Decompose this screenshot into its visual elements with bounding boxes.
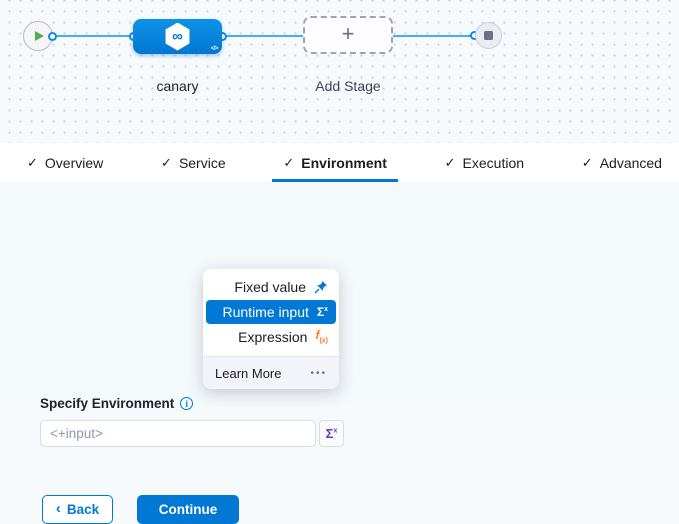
back-button-label: Back <box>67 502 99 517</box>
tab-label: Overview <box>45 155 103 171</box>
pipeline-stage-editor: ∞ </> + canary Add Stage ✓ Overview ✓ Se… <box>0 0 679 406</box>
check-icon: ✓ <box>582 155 593 171</box>
pin-icon <box>314 280 328 294</box>
more-options-icon[interactable]: ••• <box>310 368 327 379</box>
tab-label: Service <box>179 155 226 171</box>
option-runtime-input[interactable]: Runtime input Σx <box>206 300 336 324</box>
environment-input-value: <+input> <box>50 426 103 441</box>
infinity-glyph: ∞ <box>172 29 183 44</box>
environment-input[interactable]: <+input> <box>40 420 316 447</box>
environment-panel: Specify Environment i <+input> Σx ‹ Back… <box>0 182 679 406</box>
option-fixed-value[interactable]: Fixed value <box>206 275 336 299</box>
tab-label: Environment <box>301 155 387 171</box>
stage-label: canary <box>133 78 222 94</box>
continue-button[interactable]: Continue <box>137 495 239 524</box>
tab-overview[interactable]: ✓ Overview <box>20 143 110 182</box>
option-expression[interactable]: Expression f(x) <box>206 325 336 349</box>
option-label: Expression <box>238 329 307 345</box>
pipeline-stop-node[interactable] <box>475 22 502 49</box>
back-button[interactable]: ‹ Back <box>42 495 113 524</box>
check-icon: ✓ <box>27 155 38 171</box>
runtime-input-type-button[interactable]: Σx <box>319 420 344 447</box>
chevron-left-icon: ‹ <box>56 500 61 517</box>
info-icon[interactable]: i <box>180 397 193 410</box>
plus-icon: + <box>342 23 355 45</box>
stage-tabbar: ✓ Overview ✓ Service ✓ Environment ✓ Exe… <box>0 143 679 182</box>
tab-environment[interactable]: ✓ Environment <box>276 143 393 182</box>
specify-environment-label: Specify Environment i <box>40 396 193 411</box>
connector-start-out[interactable] <box>48 32 57 41</box>
continue-button-label: Continue <box>159 502 218 517</box>
sigma-icon: Σx <box>317 305 328 319</box>
play-icon <box>35 31 44 41</box>
option-label: Fixed value <box>234 279 306 295</box>
edge-stage-to-addstage <box>222 35 303 37</box>
deploy-stage-icon: ∞ <box>165 23 191 51</box>
tab-advanced[interactable]: ✓ Advanced <box>575 143 669 182</box>
tab-service[interactable]: ✓ Service <box>154 143 233 182</box>
stop-icon <box>484 31 493 40</box>
pipeline-canvas[interactable]: ∞ </> + canary Add Stage <box>0 0 679 143</box>
code-icon: </> <box>211 46 218 52</box>
check-icon: ✓ <box>445 155 456 171</box>
edge-start-to-stage <box>52 35 133 37</box>
stage-node-canary[interactable]: ∞ </> <box>133 19 222 54</box>
option-label: Runtime input <box>223 304 309 320</box>
fx-icon: f(x) <box>315 329 328 344</box>
check-icon: ✓ <box>283 155 294 171</box>
tab-label: Advanced <box>600 155 662 171</box>
tab-execution[interactable]: ✓ Execution <box>438 143 531 182</box>
input-type-dropdown: Fixed value Runtime input Σx Expression … <box>203 269 339 389</box>
learn-more-link[interactable]: Learn More <box>215 366 281 381</box>
add-stage-button[interactable]: + <box>303 16 393 54</box>
add-stage-label: Add Stage <box>303 78 393 94</box>
tab-label: Execution <box>463 155 524 171</box>
sigma-icon: Σx <box>326 427 338 440</box>
edge-addstage-to-stop <box>393 35 475 37</box>
field-label-text: Specify Environment <box>40 396 174 411</box>
check-icon: ✓ <box>161 155 172 171</box>
dropdown-footer: Learn More ••• <box>203 356 339 389</box>
